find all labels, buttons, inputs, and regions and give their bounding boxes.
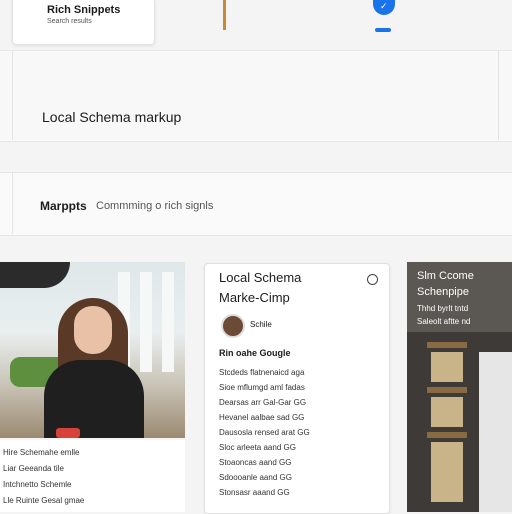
card-title: Local Schema Marke-Cimp — [219, 270, 302, 305]
caption-line: Intchnetto Schemle — [3, 480, 72, 489]
cup — [56, 428, 80, 438]
divider — [12, 50, 13, 140]
card-text: Saleolt aftte nd — [417, 317, 471, 326]
local-schema-card[interactable]: Local Schema Marke-Cimp Schile Rin oahe … — [204, 263, 390, 514]
awning — [0, 262, 70, 288]
schema-promo-card[interactable]: Slm Ccome Schenpipe Thhd byrlt tntd Sale… — [407, 262, 512, 512]
divider — [498, 50, 499, 140]
list-item: Sioe mflumgd aml fadas — [219, 383, 305, 392]
list-item: Sdoooanle aand GG — [219, 473, 292, 482]
blue-indicator — [375, 28, 391, 32]
caption-line: Liar Geeanda tile — [3, 464, 64, 473]
list-item: Stcdeds flatnenaicd aga — [219, 368, 305, 377]
books — [431, 352, 463, 382]
list-item: Stoaoncas aand GG — [219, 458, 292, 467]
card-title: Slm Ccome — [417, 270, 474, 282]
rich-snippets-card[interactable]: Rich Snippets Search results — [12, 0, 155, 45]
divider — [12, 172, 13, 234]
card-text: Thhd byrlt tntd — [417, 304, 469, 313]
list-item: Sloc arleeta aand GG — [219, 443, 296, 452]
info-icon[interactable] — [367, 274, 378, 285]
caption-line: Lle Ruinte Gesal gmae — [3, 496, 85, 505]
author-name: Schile — [250, 320, 272, 329]
avatar — [221, 314, 245, 338]
card-title: Rich Snippets — [47, 4, 121, 16]
books — [431, 442, 463, 502]
blue-pin-icon[interactable]: ✓ — [373, 0, 395, 15]
shelf — [427, 342, 467, 348]
section-heading-marpts: Marppts — [40, 199, 87, 213]
body — [44, 360, 144, 438]
list-item: Hevanel aalbae sad GG — [219, 413, 305, 422]
section-subheading: Commming o rich signls — [96, 200, 214, 212]
person-photo[interactable] — [0, 262, 185, 438]
window — [140, 272, 152, 372]
orange-accent-bar — [223, 0, 226, 30]
card-title: Schenpipe — [417, 286, 469, 298]
window — [162, 272, 174, 372]
list-item: Stonsasr aaand GG — [219, 488, 290, 497]
books — [431, 397, 463, 427]
caption-line: Hire Schemahe emlle — [3, 448, 80, 457]
section-band-local — [0, 50, 512, 142]
face — [74, 306, 112, 354]
card-subtitle: Search results — [47, 18, 92, 25]
photo-caption: Hire Schemahe emlle Liar Geeanda tile In… — [0, 440, 185, 512]
shelf — [427, 432, 467, 438]
section-heading-local: Local Schema markup — [42, 109, 182, 125]
list-item: Dausosla rensed arat GG — [219, 428, 310, 437]
wall-panel — [479, 352, 512, 512]
list-item: Dearsas arr Gal-Gar GG — [219, 398, 307, 407]
shelf — [427, 387, 467, 393]
card-subheading: Rin oahe Gougle — [219, 348, 291, 358]
